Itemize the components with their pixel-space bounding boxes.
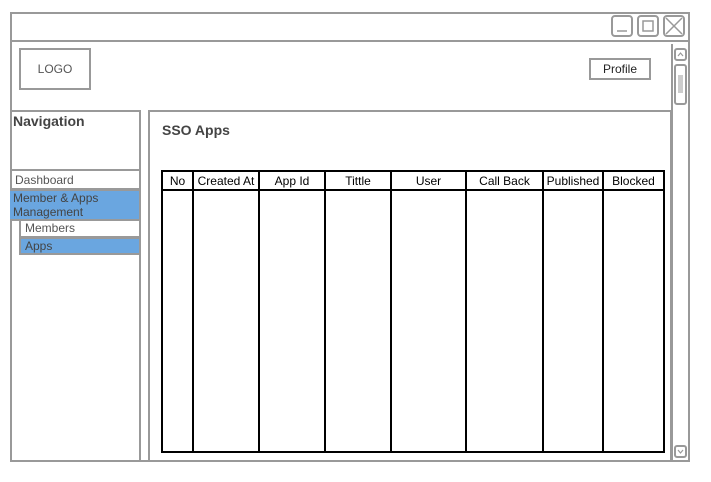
table-cell xyxy=(602,189,665,453)
vertical-scrollbar[interactable] xyxy=(671,44,690,462)
minimize-button[interactable] xyxy=(611,15,633,37)
table-header-row: No Created At App Id Tittle User Call Ba… xyxy=(161,170,665,191)
column-header-app-id[interactable]: App Id xyxy=(258,170,326,191)
column-header-created-at[interactable]: Created At xyxy=(192,170,260,191)
nav-subitem-members[interactable]: Members xyxy=(19,220,141,238)
column-header-user[interactable]: User xyxy=(390,170,467,191)
close-icon xyxy=(665,17,683,35)
table-cell xyxy=(258,189,326,453)
table-cell xyxy=(324,189,392,453)
navigation-title: Navigation xyxy=(13,113,85,129)
table-body-empty-row xyxy=(161,189,665,453)
chevron-down-icon xyxy=(677,449,684,454)
column-header-published[interactable]: Published xyxy=(542,170,604,191)
nav-item-member-apps-management[interactable]: Member & Apps Management xyxy=(10,189,141,221)
maximize-button[interactable] xyxy=(637,15,659,37)
table-cell xyxy=(161,189,194,453)
column-header-no[interactable]: No xyxy=(161,170,194,191)
close-button[interactable] xyxy=(663,15,685,37)
table-cell xyxy=(390,189,467,453)
table-cell xyxy=(465,189,544,453)
titlebar-divider xyxy=(10,40,690,42)
table-cell xyxy=(192,189,260,453)
column-header-blocked[interactable]: Blocked xyxy=(602,170,665,191)
navigation-panel xyxy=(10,110,141,462)
nav-item-dashboard[interactable]: Dashboard xyxy=(10,169,141,190)
logo: LOGO xyxy=(19,48,91,90)
grip-icon xyxy=(678,75,683,93)
nav-subitem-apps[interactable]: Apps xyxy=(19,237,141,255)
page-title: SSO Apps xyxy=(162,122,230,138)
column-header-call-back[interactable]: Call Back xyxy=(465,170,544,191)
minimize-icon xyxy=(617,30,627,32)
column-header-title[interactable]: Tittle xyxy=(324,170,392,191)
profile-button[interactable]: Profile xyxy=(589,58,651,80)
scrollbar-thumb[interactable] xyxy=(674,64,687,105)
chevron-up-icon xyxy=(677,52,684,57)
scroll-up-button[interactable] xyxy=(674,48,687,61)
scroll-down-button[interactable] xyxy=(674,445,687,458)
sso-apps-table: No Created At App Id Tittle User Call Ba… xyxy=(161,170,665,453)
maximize-icon xyxy=(642,20,654,32)
table-cell xyxy=(542,189,604,453)
